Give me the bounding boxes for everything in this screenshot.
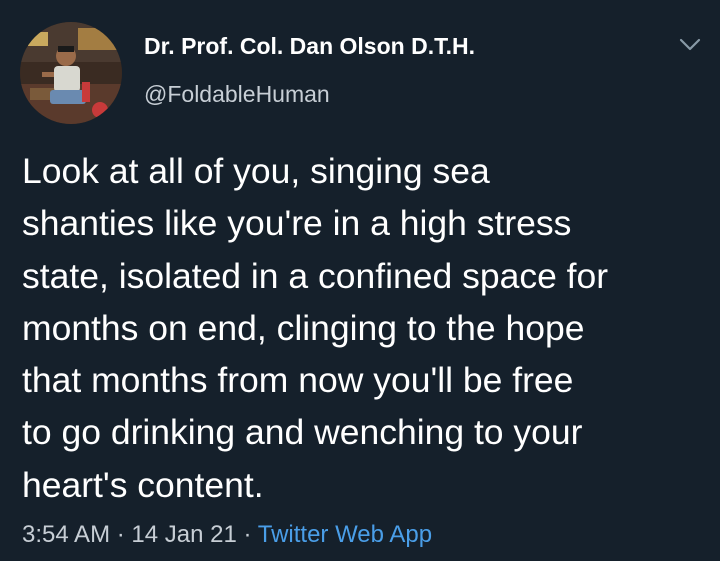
tweet-text-line: state, isolated in a confined space for [22,255,609,296]
tweet-text-line: heart's content. [22,464,264,505]
tweet-card: Dr. Prof. Col. Dan Olson D.T.H. @Foldabl… [0,0,720,561]
tweet-header: Dr. Prof. Col. Dan Olson D.T.H. @Foldabl… [20,22,702,124]
tweet-text-line: Look at all of you, singing sea [22,151,490,191]
tweet-text-line: that months from now you'll be free [22,360,574,401]
tweet-text-line: shanties like you're in a high stress [22,203,572,244]
tweet-time[interactable]: 3:54 AM [22,521,110,548]
tweet-date[interactable]: 14 Jan 21 [131,521,236,548]
author-handle[interactable]: @FoldableHuman [144,79,475,109]
tweet-text-line: months on end, clinging to the hope [22,307,585,348]
author-display-name[interactable]: Dr. Prof. Col. Dan Olson D.T.H. [144,31,475,61]
avatar-image [20,22,122,124]
tweet-source-link[interactable]: Twitter Web App [258,521,432,548]
tweet-text: Look at all of you, singing sea shanties… [22,145,712,511]
author-names: Dr. Prof. Col. Dan Olson D.T.H. @Foldabl… [144,31,475,109]
meta-separator: · [243,521,252,548]
tweet-metadata: 3:54 AM · 14 Jan 21 · Twitter Web App [22,518,432,552]
chevron-down-icon[interactable] [678,36,702,54]
meta-separator: · [116,521,125,548]
avatar[interactable] [20,22,122,124]
tweet-text-line: to go drinking and wenching to your [22,412,583,453]
